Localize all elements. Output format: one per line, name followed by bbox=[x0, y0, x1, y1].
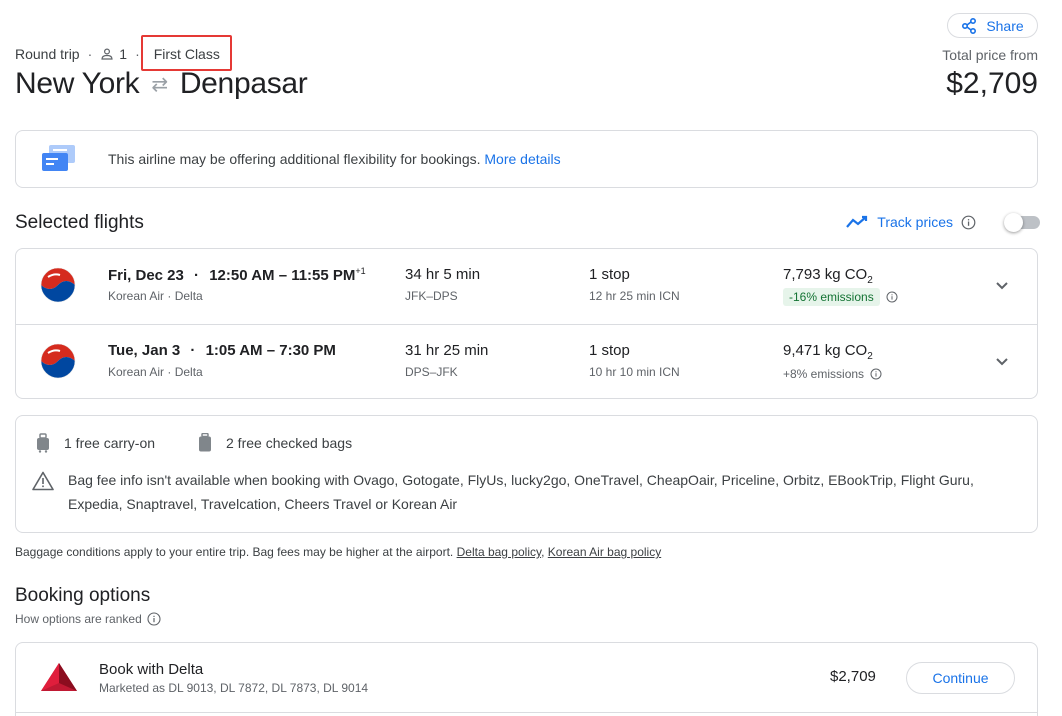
stops: 1 stop bbox=[589, 342, 630, 359]
flight-times: Fri, Dec 23 · 12:50 AM – 11:55 PM+1 bbox=[108, 266, 366, 284]
checked-bags-info: 2 free checked bags bbox=[198, 433, 352, 453]
toggle-knob bbox=[1004, 213, 1023, 232]
notice-message: This airline may be offering additional … bbox=[108, 151, 481, 167]
flight-duration: 34 hr 5 min bbox=[405, 266, 481, 283]
layover: 12 hr 25 min ICN bbox=[589, 289, 680, 303]
airport-route: JFK–DPS bbox=[405, 289, 458, 303]
track-prices-label: Track prices bbox=[877, 214, 953, 230]
notice-text: This airline may be offering additional … bbox=[108, 151, 561, 167]
selected-flights-title: Selected flights bbox=[15, 212, 144, 233]
delta-logo-icon bbox=[41, 663, 77, 691]
selected-flights-list: Fri, Dec 23 · 12:50 AM – 11:55 PM+1 Kore… bbox=[15, 248, 1038, 399]
korean-air-bag-policy-link[interactable]: Korean Air bag policy bbox=[548, 545, 661, 559]
carry-on-info: 1 free carry-on bbox=[36, 433, 155, 453]
marketed-flights: Marketed as DL 9013, DL 7872, DL 7873, D… bbox=[99, 681, 369, 695]
co2-subscript: 2 bbox=[867, 351, 873, 362]
separator-dot: · bbox=[87, 46, 93, 62]
korean-air-logo-icon bbox=[40, 267, 76, 303]
flight-row[interactable]: Tue, Jan 3 · 1:05 AM – 7:30 PM Korean Ai… bbox=[16, 324, 1037, 398]
delta-bag-policy-link[interactable]: Delta bag policy bbox=[457, 545, 542, 559]
bag-warning-text: Bag fee info isn't available when bookin… bbox=[68, 472, 974, 512]
emissions-info: -16% emissions bbox=[783, 288, 898, 306]
baggage-note: Baggage conditions apply to your entire … bbox=[15, 545, 661, 559]
emissions-info: +8% emissions bbox=[783, 367, 882, 381]
co2-amount: 7,793 kg CO2 bbox=[783, 266, 873, 286]
co2-value: 9,471 kg CO bbox=[783, 342, 868, 359]
warning-icon bbox=[32, 471, 54, 491]
separator-dot: · bbox=[194, 267, 200, 284]
carry-on-bag-icon bbox=[37, 433, 49, 453]
booking-provider-name: Book with Delta bbox=[99, 661, 204, 678]
stops: 1 stop bbox=[589, 266, 630, 283]
share-icon bbox=[962, 17, 977, 34]
passenger-count: 1 bbox=[119, 46, 128, 62]
carrier: Korean Air · Delta bbox=[108, 365, 203, 379]
bag-fee-warning: Bag fee info isn't available when bookin… bbox=[32, 468, 1012, 516]
flight-row[interactable]: Fri, Dec 23 · 12:50 AM – 11:55 PM+1 Kore… bbox=[16, 249, 1037, 324]
person-icon bbox=[101, 48, 113, 60]
carry-on-label: 1 free carry-on bbox=[64, 435, 156, 451]
total-price: $2,709 bbox=[946, 67, 1038, 100]
checked-bags-label: 2 free checked bags bbox=[226, 435, 353, 451]
flight-duration: 31 hr 25 min bbox=[405, 342, 489, 359]
swap-arrows-icon: ⇄ bbox=[151, 73, 168, 96]
track-prices-toggle[interactable] bbox=[1004, 213, 1040, 232]
ranking-label: How options are ranked bbox=[15, 612, 142, 626]
cabin-class: First Class bbox=[140, 35, 232, 71]
ticket-flexibility-icon bbox=[42, 145, 75, 171]
link-separator: , bbox=[541, 545, 545, 559]
booking-option: Book with Delta Marketed as DL 9013, DL … bbox=[15, 642, 1038, 716]
trend-icon bbox=[846, 215, 868, 228]
separator-dot: · bbox=[135, 46, 140, 62]
flexibility-notice: This airline may be offering additional … bbox=[15, 130, 1038, 188]
flight-date: Tue, Jan 3 bbox=[108, 342, 181, 359]
more-details-link[interactable]: More details bbox=[484, 151, 560, 167]
layover: 10 hr 10 min ICN bbox=[589, 365, 680, 379]
day-offset: +1 bbox=[355, 266, 366, 276]
baggage-note-text: Baggage conditions apply to your entire … bbox=[15, 545, 454, 559]
separator-dot: · bbox=[190, 342, 196, 359]
baggage-info-card: 1 free carry-on 2 free checked bags Bag … bbox=[15, 415, 1038, 533]
checked-bag-icon bbox=[199, 433, 211, 452]
flight-date: Fri, Dec 23 bbox=[108, 267, 184, 284]
info-icon[interactable] bbox=[961, 215, 976, 230]
airport-route: DPS–JFK bbox=[405, 365, 458, 379]
flight-times: Tue, Jan 3 · 1:05 AM – 7:30 PM bbox=[108, 342, 336, 359]
track-prices[interactable]: Track prices bbox=[845, 214, 976, 230]
origin-city: New York bbox=[15, 67, 140, 100]
korean-air-logo-icon bbox=[40, 343, 76, 379]
co2-value: 7,793 kg CO bbox=[783, 266, 868, 283]
trip-type: Round trip bbox=[15, 46, 80, 62]
share-button[interactable]: Share bbox=[947, 13, 1038, 38]
co2-amount: 9,471 kg CO2 bbox=[783, 342, 873, 362]
booking-options-title: Booking options bbox=[15, 585, 151, 606]
emissions-text: +8% emissions bbox=[783, 367, 865, 381]
booking-price: $2,709 bbox=[830, 668, 876, 685]
total-price-label: Total price from bbox=[942, 47, 1038, 63]
co2-subscript: 2 bbox=[867, 275, 873, 286]
trip-summary: Round trip · 1 · First Class bbox=[15, 35, 232, 71]
flight-time-range: 1:05 AM – 7:30 PM bbox=[205, 342, 336, 359]
route-title: New York ⇄ Denpasar bbox=[15, 67, 308, 101]
divider bbox=[16, 712, 1037, 713]
share-label: Share bbox=[986, 17, 1024, 34]
carrier: Korean Air · Delta bbox=[108, 289, 203, 303]
highlight-box bbox=[140, 35, 232, 71]
emissions-badge: -16% emissions bbox=[783, 288, 880, 306]
destination-city: Denpasar bbox=[179, 67, 308, 100]
info-icon[interactable] bbox=[870, 368, 882, 380]
continue-button[interactable]: Continue bbox=[906, 662, 1015, 694]
info-icon[interactable] bbox=[147, 612, 161, 626]
chevron-down-icon[interactable] bbox=[992, 275, 1012, 295]
ranking-info[interactable]: How options are ranked bbox=[15, 612, 161, 626]
info-icon[interactable] bbox=[886, 291, 898, 303]
chevron-down-icon[interactable] bbox=[992, 351, 1012, 371]
flight-time-range: 12:50 AM – 11:55 PM bbox=[209, 267, 356, 284]
